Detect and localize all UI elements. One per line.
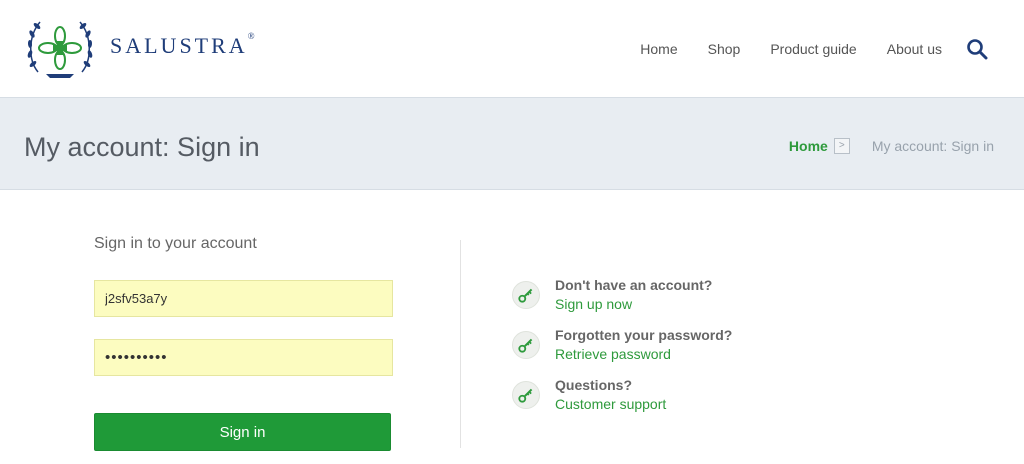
- help-item-support: Questions? Customer support: [512, 377, 812, 417]
- key-icon: [512, 381, 540, 409]
- logo-laurel-icon[interactable]: [24, 12, 96, 82]
- main-nav: Home Shop Product guide About us: [610, 38, 988, 60]
- registered-mark: ®: [247, 31, 255, 41]
- sign-in-button[interactable]: Sign in: [94, 413, 391, 451]
- help-item-password: Forgotten your password? Retrieve passwo…: [512, 327, 812, 367]
- site-header: SALUSTRA® Home Shop Product guide About …: [0, 0, 1024, 97]
- nav-product-guide[interactable]: Product guide: [770, 41, 856, 57]
- help-question: Don't have an account?: [555, 277, 713, 293]
- page-title: My account: Sign in: [24, 132, 260, 162]
- breadcrumb-home[interactable]: Home: [789, 138, 828, 154]
- signin-heading: Sign in to your account: [94, 235, 257, 252]
- username-field[interactable]: [94, 280, 393, 317]
- breadcrumb-current: My account: Sign in: [871, 138, 994, 154]
- nav-about-us[interactable]: About us: [887, 41, 942, 57]
- nav-shop[interactable]: Shop: [708, 41, 741, 57]
- key-icon: [512, 281, 540, 309]
- brand-text: SALUSTRA: [110, 33, 248, 58]
- help-question: Questions?: [555, 377, 633, 393]
- password-field[interactable]: [94, 339, 393, 376]
- search-icon[interactable]: [966, 38, 988, 60]
- help-item-signup: Don't have an account? Sign up now: [512, 277, 812, 317]
- key-icon: [512, 331, 540, 359]
- nav-home[interactable]: Home: [640, 41, 677, 57]
- brand-name[interactable]: SALUSTRA®: [110, 31, 255, 59]
- page-title-bar: My account: Sign in Home > My account: S…: [0, 97, 1024, 190]
- sign-up-link[interactable]: Sign up now: [555, 296, 632, 312]
- help-question: Forgotten your password?: [555, 327, 733, 343]
- column-divider: [460, 240, 461, 448]
- retrieve-password-link[interactable]: Retrieve password: [555, 346, 671, 362]
- customer-support-link[interactable]: Customer support: [555, 396, 666, 412]
- chevron-right-icon: >: [833, 138, 850, 154]
- breadcrumb: Home > My account: Sign in: [789, 138, 994, 154]
